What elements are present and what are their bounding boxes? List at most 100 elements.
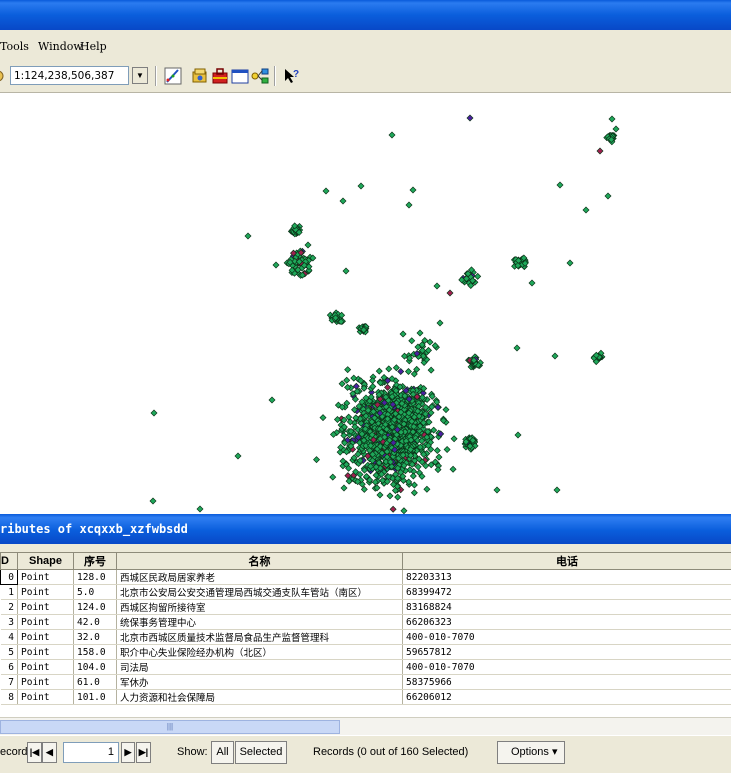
table-row[interactable]: 5Point158.0职介中心失业保险经办机构（北区）59657812 <box>1 645 731 660</box>
cell-phone[interactable]: 66206323 <box>403 615 731 630</box>
map-point[interactable] <box>428 367 434 373</box>
cell-seq[interactable]: 158.0 <box>74 645 117 660</box>
cell-fid[interactable]: 8 <box>1 690 18 705</box>
map-point[interactable] <box>343 268 349 274</box>
map-point[interactable] <box>314 457 320 463</box>
cell-shape[interactable]: Point <box>18 690 74 705</box>
menu-window[interactable]: Window <box>38 40 83 53</box>
cell-name[interactable]: 司法局 <box>117 660 403 675</box>
map-point[interactable] <box>450 466 456 472</box>
map-scale-input[interactable]: 1:124,238,506,387 <box>10 66 129 85</box>
map-point[interactable] <box>406 202 412 208</box>
map-point[interactable] <box>435 404 441 410</box>
map-point[interactable] <box>320 415 326 421</box>
map-point[interactable] <box>345 367 351 373</box>
map-point[interactable] <box>410 187 416 193</box>
cell-name[interactable]: 北京市公安局公安交通管理局西城交通支队车管站（南区） <box>117 585 403 600</box>
cell-phone[interactable]: 59657812 <box>403 645 731 660</box>
table-row[interactable]: 6Point104.0司法局400-010-7070 <box>1 660 731 675</box>
map-point[interactable] <box>529 280 535 286</box>
map-point[interactable] <box>447 290 453 296</box>
cell-fid[interactable]: 1 <box>1 585 18 600</box>
cell-phone[interactable]: 58375966 <box>403 675 731 690</box>
cell-phone[interactable]: 83168824 <box>403 600 731 615</box>
map-point[interactable] <box>434 447 440 453</box>
map-point[interactable] <box>151 410 157 416</box>
cell-seq[interactable]: 32.0 <box>74 630 117 645</box>
map-point[interactable] <box>424 486 430 492</box>
toolbox-icon[interactable] <box>211 67 229 85</box>
cell-seq[interactable]: 5.0 <box>74 585 117 600</box>
cell-seq[interactable]: 61.0 <box>74 675 117 690</box>
cell-seq[interactable]: 101.0 <box>74 690 117 705</box>
map-point[interactable] <box>557 182 563 188</box>
map-point[interactable] <box>417 330 423 336</box>
cell-shape[interactable]: Point <box>18 600 74 615</box>
map-point[interactable] <box>197 506 203 512</box>
map-point[interactable] <box>341 485 347 491</box>
attribute-table-title-bar[interactable]: ributes of xcqxxb_xzfwbsdd <box>0 514 731 544</box>
map-point[interactable] <box>552 353 558 359</box>
map-point[interactable] <box>386 366 392 372</box>
table-row[interactable]: 3Point42.0统保事务管理中心66206323 <box>1 615 731 630</box>
cell-name[interactable]: 职介中心失业保险经办机构（北区） <box>117 645 403 660</box>
column-header-fid[interactable]: D <box>1 553 18 570</box>
cell-shape[interactable]: Point <box>18 660 74 675</box>
cell-shape[interactable]: Point <box>18 570 74 585</box>
cell-fid[interactable]: 7 <box>1 675 18 690</box>
cell-seq[interactable]: 104.0 <box>74 660 117 675</box>
cell-fid[interactable]: 2 <box>1 600 18 615</box>
map-point[interactable] <box>235 453 241 459</box>
map-point[interactable] <box>353 383 359 389</box>
cell-phone[interactable]: 66206012 <box>403 690 731 705</box>
table-row[interactable]: 0Point128.0西城区民政局居家养老82203313 <box>1 570 731 585</box>
map-point[interactable] <box>358 183 364 189</box>
map-point[interactable] <box>494 487 500 493</box>
cell-name[interactable]: 军休办 <box>117 675 403 690</box>
command-line-icon[interactable] <box>231 67 249 85</box>
map-point[interactable] <box>613 126 619 132</box>
map-point[interactable] <box>330 474 336 480</box>
attribute-table[interactable]: D Shape 序号 名称 电话 0Point128.0西城区民政局居家养老82… <box>0 552 731 717</box>
cell-fid[interactable]: 4 <box>1 630 18 645</box>
cell-fid[interactable]: 6 <box>1 660 18 675</box>
map-point[interactable] <box>387 493 393 499</box>
map-point-layer[interactable] <box>0 93 731 514</box>
map-point[interactable] <box>351 375 357 381</box>
cell-shape[interactable]: Point <box>18 675 74 690</box>
show-selected-button[interactable]: Selected <box>235 741 287 764</box>
cell-shape[interactable]: Point <box>18 615 74 630</box>
menu-tools[interactable]: Tools <box>0 40 29 53</box>
cell-seq[interactable]: 128.0 <box>74 570 117 585</box>
cell-shape[interactable]: Point <box>18 645 74 660</box>
last-record-button[interactable]: ▶| <box>136 742 151 763</box>
map-point[interactable] <box>443 407 449 413</box>
editor-icon[interactable] <box>164 67 182 85</box>
table-row[interactable]: 1Point5.0北京市公安局公安交通管理局西城交通支队车管站（南区）68399… <box>1 585 731 600</box>
table-row[interactable]: 2Point124.0西城区拘留所接待室83168824 <box>1 600 731 615</box>
map-point[interactable] <box>377 492 383 498</box>
map-point[interactable] <box>475 273 481 279</box>
cell-shape[interactable]: Point <box>18 630 74 645</box>
map-point[interactable] <box>467 115 473 121</box>
cell-phone[interactable]: 82203313 <box>403 570 731 585</box>
first-record-button[interactable]: |◀ <box>27 742 42 763</box>
column-header-shape[interactable]: Shape <box>18 553 74 570</box>
cell-name[interactable]: 统保事务管理中心 <box>117 615 403 630</box>
map-point[interactable] <box>400 331 406 337</box>
cell-name[interactable]: 北京市西城区质量技术监督局食品生产监督管理科 <box>117 630 403 645</box>
cell-phone[interactable]: 400-010-7070 <box>403 630 731 645</box>
column-header-seq[interactable]: 序号 <box>74 553 117 570</box>
map-point[interactable] <box>389 132 395 138</box>
prev-record-button[interactable]: ◀ <box>42 742 57 763</box>
map-point[interactable] <box>390 506 396 512</box>
zoom-icon[interactable] <box>0 68 6 84</box>
map-point[interactable] <box>605 193 611 199</box>
map-point[interactable] <box>323 188 329 194</box>
options-button[interactable]: Options ▾ <box>497 741 565 764</box>
map-point[interactable] <box>411 482 417 488</box>
map-point[interactable] <box>437 320 443 326</box>
map-point[interactable] <box>273 262 279 268</box>
map-point[interactable] <box>245 233 251 239</box>
scale-dropdown-button[interactable]: ▼ <box>132 67 148 84</box>
